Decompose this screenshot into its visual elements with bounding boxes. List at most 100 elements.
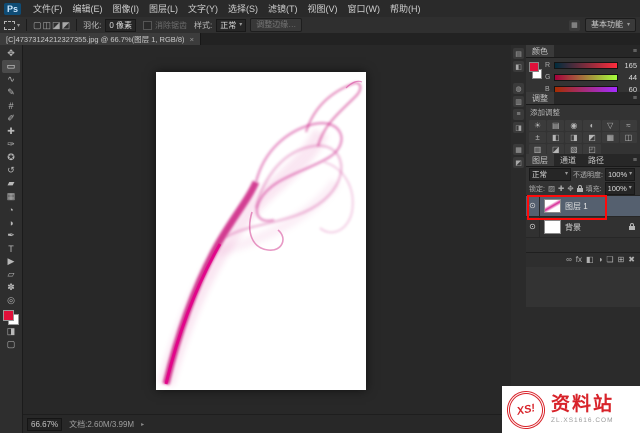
close-icon[interactable]: × — [190, 35, 194, 44]
clone-stamp-tool[interactable]: ✪ — [2, 151, 20, 164]
screen-mode-button[interactable]: ▢ — [2, 338, 20, 351]
opacity-input[interactable]: 100% ▾ — [605, 168, 635, 181]
collapsed-panel-paragraph-icon[interactable]: ≡ — [513, 109, 524, 120]
menu-window[interactable]: 窗口(W) — [343, 2, 386, 15]
tab-channels[interactable]: 通道 — [554, 154, 582, 166]
collapsed-panel-histogram-icon[interactable]: ▦ — [513, 144, 524, 155]
blur-tool[interactable]: ◔ — [2, 203, 20, 216]
layer-mask-icon[interactable]: ◧ — [586, 253, 594, 267]
feather-input[interactable]: 0 像素 — [105, 19, 136, 32]
refine-edge-button[interactable]: 调整边缘… — [250, 18, 302, 32]
adj-curves-icon[interactable]: ◉ — [565, 120, 582, 131]
new-selection-icon[interactable]: ▢ — [33, 20, 42, 31]
new-layer-icon[interactable]: ⊞ — [618, 253, 625, 267]
type-tool[interactable]: T — [2, 242, 20, 255]
panel-menu-icon[interactable]: ≡ — [633, 45, 640, 57]
panel-menu-icon[interactable]: ≡ — [633, 92, 640, 104]
collapsed-panel-properties-icon[interactable]: ◧ — [513, 61, 524, 72]
document-tab[interactable]: [C]47373124212327355.jpg @ 66.7%(图层 1, R… — [0, 33, 201, 45]
menu-help[interactable]: 帮助(H) — [385, 2, 426, 15]
adj-invert-icon[interactable]: ◫ — [620, 132, 637, 143]
path-selection-tool[interactable]: ▶ — [2, 255, 20, 268]
menu-edit[interactable]: 编辑(E) — [68, 2, 108, 15]
panel-menu-icon[interactable]: ≡ — [633, 154, 640, 166]
color-swatches[interactable] — [3, 310, 19, 325]
workspace-switcher[interactable]: 基本功能 ▾ — [585, 18, 636, 32]
layer-thumbnail[interactable] — [544, 220, 561, 234]
layer-group-icon[interactable]: ❏ — [606, 253, 613, 267]
lock-transparent-pixels-icon[interactable]: ▨ — [548, 184, 555, 193]
adj-brightness-contrast-icon[interactable]: ☀ — [529, 120, 546, 131]
dodge-tool[interactable]: ◑ — [2, 216, 20, 229]
collapsed-panel-history-icon[interactable]: ▤ — [513, 48, 524, 59]
quick-mask-button[interactable]: ◨ — [2, 325, 20, 338]
menu-select[interactable]: 选择(S) — [223, 2, 263, 15]
status-flyout-icon[interactable]: ▸ — [141, 421, 144, 428]
eyedropper-tool[interactable]: ✐ — [2, 112, 20, 125]
blend-mode-select[interactable]: 正常 ▾ — [529, 168, 571, 181]
tab-adjustments[interactable]: 调整 — [526, 92, 554, 104]
tab-color[interactable]: 颜色 — [526, 45, 554, 57]
green-slider[interactable] — [554, 74, 618, 81]
adj-color-balance-icon[interactable]: ± — [529, 132, 546, 143]
intersect-selection-icon[interactable]: ◩ — [62, 20, 71, 31]
shape-tool[interactable]: ▱ — [2, 268, 20, 281]
collapsed-panel-info-icon[interactable]: ◍ — [513, 83, 524, 94]
move-tool[interactable]: ✥ — [2, 47, 20, 60]
adjustment-layer-icon[interactable]: ◑ — [598, 253, 603, 267]
foreground-color-swatch[interactable] — [529, 62, 539, 72]
red-slider[interactable] — [554, 62, 618, 69]
adj-color-lookup-icon[interactable]: ▦ — [602, 132, 619, 143]
visibility-eye-icon[interactable]: ⊙ — [526, 196, 540, 216]
tool-preset-picker[interactable]: ▾ — [4, 21, 20, 30]
menu-image[interactable]: 图像(I) — [108, 2, 145, 15]
menu-filter[interactable]: 滤镜(T) — [263, 2, 303, 15]
quick-selection-tool[interactable]: ✎ — [2, 86, 20, 99]
rectangular-marquee-tool[interactable]: ▭ — [2, 60, 20, 73]
lock-position-icon[interactable]: ✥ — [567, 184, 573, 193]
layer-effects-icon[interactable]: fx — [576, 253, 582, 267]
layer-thumbnail[interactable] — [544, 199, 561, 213]
menu-file[interactable]: 文件(F) — [28, 2, 68, 15]
eraser-tool[interactable]: ▰ — [2, 177, 20, 190]
link-layers-icon[interactable]: ∞ — [566, 253, 572, 267]
menu-layer[interactable]: 图层(L) — [144, 2, 183, 15]
delete-layer-icon[interactable]: ✖ — [628, 253, 635, 267]
fill-input[interactable]: 100% ▾ — [605, 182, 635, 195]
adj-levels-icon[interactable]: ▤ — [547, 120, 564, 131]
document-image[interactable] — [156, 72, 366, 390]
collapsed-panel-character-icon[interactable]: ▥ — [513, 96, 524, 107]
foreground-color-swatch[interactable] — [3, 310, 14, 321]
collapsed-panel-notes-icon[interactable]: ◩ — [513, 157, 524, 168]
subtract-selection-icon[interactable]: ◪ — [52, 20, 61, 31]
adj-photo-filter-icon[interactable]: ◨ — [565, 132, 582, 143]
adj-exposure-icon[interactable]: ◐ — [583, 120, 600, 131]
hand-tool[interactable]: ✽ — [2, 281, 20, 294]
color-panel-swatches[interactable] — [529, 61, 542, 79]
tab-paths[interactable]: 路径 — [582, 154, 610, 166]
lock-all-icon[interactable] — [577, 188, 583, 192]
brush-tool[interactable]: ✑ — [2, 138, 20, 151]
visibility-eye-icon[interactable]: ⊙ — [526, 217, 540, 237]
canvas-area[interactable] — [23, 45, 511, 415]
layer-row-background[interactable]: ⊙ 背景 — [526, 217, 640, 238]
layer-name[interactable]: 背景 — [565, 222, 581, 233]
layer-name[interactable]: 图层 1 — [565, 201, 588, 212]
zoom-level-input[interactable]: 66.67% — [27, 418, 62, 431]
antialias-checkbox[interactable]: 消除锯齿 — [140, 20, 190, 31]
gradient-tool[interactable]: ▦ — [2, 190, 20, 203]
add-selection-icon[interactable]: ◫ — [43, 20, 52, 31]
green-value[interactable]: 44 — [621, 73, 637, 82]
adj-vibrance-icon[interactable]: ▽ — [602, 120, 619, 131]
zoom-tool[interactable]: ◎ — [2, 294, 20, 307]
style-select[interactable]: 正常 ▾ — [216, 19, 246, 32]
adj-hue-saturation-icon[interactable]: ≈ — [620, 120, 637, 131]
view-extras-icon[interactable]: ▦ — [569, 20, 580, 31]
menu-type[interactable]: 文字(Y) — [183, 2, 223, 15]
adj-black-white-icon[interactable]: ◧ — [547, 132, 564, 143]
tab-layers[interactable]: 图层 — [526, 154, 554, 166]
crop-tool[interactable]: # — [2, 99, 20, 112]
layer-row-layer1[interactable]: ⊙ 图层 1 — [526, 196, 640, 217]
collapsed-panel-navigator-icon[interactable]: ◨ — [513, 122, 524, 133]
pen-tool[interactable]: ✒ — [2, 229, 20, 242]
